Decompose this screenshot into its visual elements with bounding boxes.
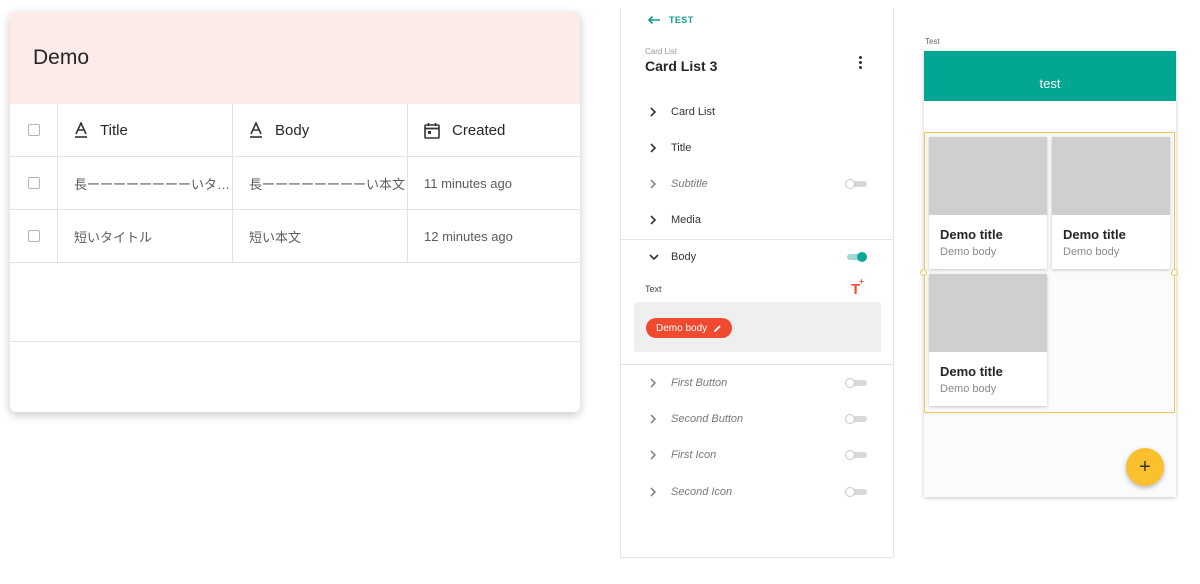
screen-label: Test bbox=[925, 37, 940, 46]
chevron-right-icon bbox=[649, 107, 661, 117]
prop-label: Card List bbox=[671, 106, 716, 118]
subtitle-toggle[interactable] bbox=[845, 179, 867, 189]
card-title: Demo title bbox=[1063, 227, 1126, 242]
body-toggle[interactable] bbox=[845, 252, 867, 262]
prop-first-button[interactable]: First Button bbox=[621, 366, 893, 400]
first-button-toggle[interactable] bbox=[845, 378, 867, 388]
chevron-right-icon bbox=[649, 215, 661, 225]
prop-subtitle[interactable]: Subtitle bbox=[621, 167, 893, 201]
table-row[interactable]: 長ーーーーーーーーいタ… 長ーーーーーーーーい本文 11 minutes ago bbox=[10, 157, 580, 210]
back-link[interactable]: TEST bbox=[647, 15, 694, 25]
card-media bbox=[929, 274, 1047, 352]
chevron-right-icon bbox=[649, 487, 661, 497]
row-select-cell bbox=[10, 157, 58, 209]
prop-second-button[interactable]: Second Button bbox=[621, 402, 893, 436]
prop-label: First Icon bbox=[671, 449, 717, 461]
calendar-icon bbox=[424, 122, 440, 139]
body-text-field[interactable]: Demo body bbox=[634, 302, 881, 352]
prop-label: Title bbox=[671, 142, 692, 154]
chevron-right-icon bbox=[649, 179, 661, 189]
created-cell: 11 minutes ago bbox=[424, 175, 512, 191]
resize-handle[interactable] bbox=[920, 269, 927, 276]
chevron-right-icon bbox=[649, 414, 661, 424]
card-media bbox=[929, 137, 1047, 215]
chevron-right-icon bbox=[649, 450, 661, 460]
prop-label: First Button bbox=[671, 377, 728, 389]
chevron-right-icon bbox=[649, 143, 661, 153]
card-list-item[interactable]: Demo title Demo body bbox=[1052, 137, 1170, 269]
resize-handle[interactable] bbox=[1171, 269, 1178, 276]
column-header-label: Body bbox=[275, 121, 310, 139]
row-checkbox[interactable] bbox=[27, 177, 40, 189]
data-table: Title Body Created 長ーーーーーーーーいタ… 長ーーーーーーー… bbox=[10, 104, 580, 342]
preview-spacer bbox=[924, 101, 1176, 131]
select-all-cell bbox=[10, 104, 58, 156]
card-title: Demo title bbox=[940, 227, 1003, 242]
body-value-chip[interactable]: Demo body bbox=[646, 318, 733, 338]
select-all-checkbox[interactable] bbox=[27, 124, 40, 136]
prop-label: Subtitle bbox=[671, 178, 708, 190]
chip-label: Demo body bbox=[656, 322, 708, 334]
table-header-row: Title Body Created bbox=[10, 104, 580, 157]
more-options-icon[interactable] bbox=[851, 52, 869, 72]
column-header-created[interactable]: Created bbox=[408, 104, 580, 156]
prop-label: Second Icon bbox=[671, 486, 733, 498]
body-cell: 長ーーーーーーーーい本文 bbox=[233, 157, 408, 209]
card-media bbox=[1052, 137, 1170, 215]
prop-title[interactable]: Title bbox=[621, 131, 893, 165]
chevron-down-icon bbox=[649, 253, 661, 261]
chevron-right-icon bbox=[649, 378, 661, 388]
body-cell: 短い本文 bbox=[233, 210, 408, 262]
prop-card-list[interactable]: Card List bbox=[621, 95, 893, 129]
data-table-card: Demo Title Body Created 長ーーーーーーーーいタ… 長ーー… bbox=[10, 12, 580, 412]
properties-panel: TEST Card List Card List 3 Card List Tit… bbox=[620, 8, 894, 558]
app-bar: test bbox=[924, 51, 1176, 101]
row-checkbox[interactable] bbox=[27, 230, 40, 242]
card-list-item[interactable]: Demo title Demo body bbox=[929, 274, 1047, 406]
second-button-toggle[interactable] bbox=[845, 414, 867, 424]
card-title: Demo title bbox=[940, 364, 1003, 379]
prop-label: Media bbox=[671, 214, 701, 226]
created-cell: 12 minutes ago bbox=[424, 228, 513, 244]
second-icon-toggle[interactable] bbox=[845, 487, 867, 497]
column-header-title[interactable]: Title bbox=[58, 104, 233, 156]
title-cell: 長ーーーーーーーーいタ… bbox=[58, 157, 233, 209]
column-header-body[interactable]: Body bbox=[233, 104, 408, 156]
card-list-item[interactable]: Demo title Demo body bbox=[929, 137, 1047, 269]
add-text-icon[interactable]: T+ bbox=[851, 277, 865, 298]
row-select-cell bbox=[10, 210, 58, 262]
table-empty-row bbox=[10, 263, 580, 342]
body-text-label: Text bbox=[645, 284, 662, 294]
card-body: Demo body bbox=[1063, 246, 1120, 258]
prop-first-icon[interactable]: First Icon bbox=[621, 438, 893, 472]
table-header-band: Demo bbox=[10, 12, 580, 104]
prop-second-icon[interactable]: Second Icon bbox=[621, 475, 893, 509]
column-header-label: Title bbox=[100, 121, 128, 139]
arrow-left-icon bbox=[647, 15, 660, 25]
table-row[interactable]: 短いタイトル 短い本文 12 minutes ago bbox=[10, 210, 580, 263]
component-name: Card List 3 bbox=[645, 58, 718, 74]
table-title: Demo bbox=[33, 46, 90, 69]
divider bbox=[621, 364, 893, 365]
app-bar-title: test bbox=[1039, 75, 1061, 91]
back-link-label: TEST bbox=[669, 15, 694, 25]
text-field-icon bbox=[249, 122, 263, 138]
add-fab-button[interactable]: + bbox=[1126, 448, 1164, 486]
card-body: Demo body bbox=[940, 246, 997, 258]
title-cell: 短いタイトル bbox=[58, 210, 233, 262]
prop-label: Second Button bbox=[671, 413, 744, 425]
prop-media[interactable]: Media bbox=[621, 203, 893, 237]
component-type: Card List bbox=[645, 47, 678, 56]
card-body: Demo body bbox=[940, 383, 997, 395]
first-icon-toggle[interactable] bbox=[845, 450, 867, 460]
column-header-label: Created bbox=[452, 121, 506, 139]
pencil-icon bbox=[714, 324, 721, 332]
prop-body[interactable]: Body bbox=[621, 240, 893, 274]
prop-label: Body bbox=[671, 251, 697, 263]
text-field-icon bbox=[74, 122, 88, 138]
